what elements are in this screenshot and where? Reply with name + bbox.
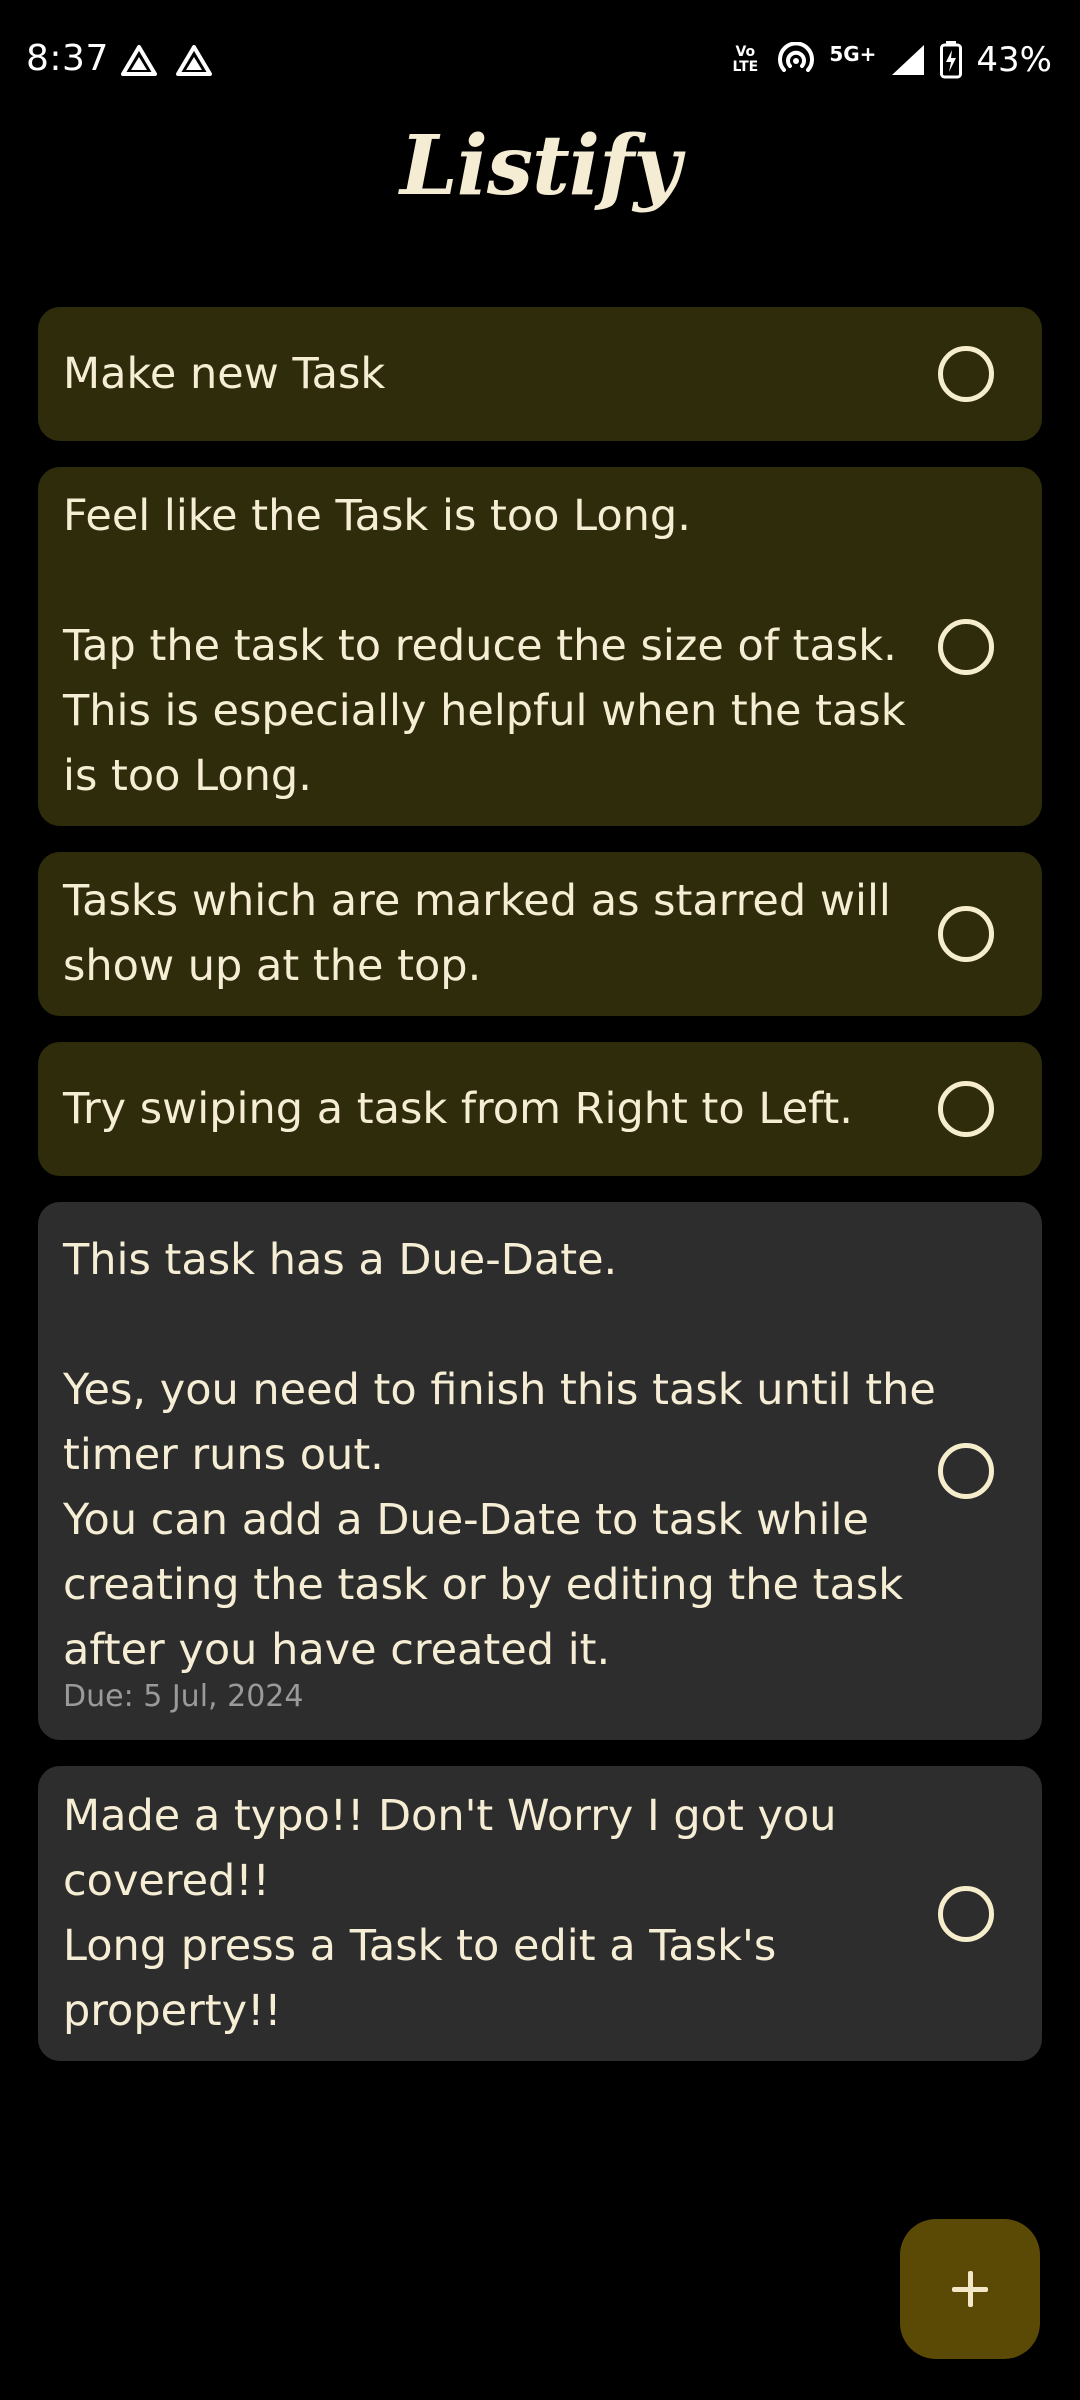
network-type-label: 5G+ bbox=[829, 42, 877, 66]
status-bar: 8:37 Vo LTE 5G+ 43% bbox=[0, 0, 1080, 126]
volte-icon: Vo LTE bbox=[732, 44, 759, 75]
task-card[interactable]: Tasks which are marked as starred will s… bbox=[38, 852, 1042, 1016]
task-text: Tasks which are marked as starred will s… bbox=[63, 876, 891, 991]
battery-percent: 43% bbox=[976, 40, 1052, 80]
status-time: 8:37 bbox=[26, 38, 109, 79]
task-card[interactable]: Try swiping a task from Right to Left. bbox=[38, 1042, 1042, 1176]
task-text: Feel like the Task is too Long. Tap the … bbox=[63, 491, 906, 801]
app-title: Listify bbox=[400, 118, 681, 214]
drive-icon bbox=[176, 45, 212, 76]
add-task-button[interactable] bbox=[900, 2219, 1040, 2359]
task-card[interactable]: Feel like the Task is too Long. Tap the … bbox=[38, 467, 1042, 826]
complete-checkbox[interactable] bbox=[938, 1443, 994, 1499]
battery-icon bbox=[940, 41, 963, 79]
drive-icon bbox=[121, 45, 157, 76]
task-text: Made a typo!! Don't Worry I got you cove… bbox=[63, 1790, 837, 2036]
task-card[interactable]: Make new Task bbox=[38, 307, 1042, 441]
signal-icon bbox=[892, 45, 925, 75]
hotspot-icon bbox=[778, 42, 815, 72]
task-due-date: Due: 5 Jul, 2024 bbox=[63, 1679, 304, 1714]
task-card[interactable]: This task has a Due-Date. Yes, you need … bbox=[38, 1202, 1042, 1740]
task-list: Make new Task Feel like the Task is too … bbox=[38, 307, 1042, 2087]
complete-checkbox[interactable] bbox=[938, 346, 994, 402]
status-icons: Vo LTE 5G+ 43% bbox=[727, 40, 1052, 80]
plus-icon bbox=[952, 2271, 988, 2307]
task-card[interactable]: Made a typo!! Don't Worry I got you cove… bbox=[38, 1766, 1042, 2061]
task-text: Try swiping a task from Right to Left. bbox=[63, 1083, 853, 1134]
complete-checkbox[interactable] bbox=[938, 618, 994, 675]
complete-checkbox[interactable] bbox=[938, 906, 994, 962]
task-text: This task has a Due-Date. Yes, you need … bbox=[63, 1235, 936, 1675]
complete-checkbox[interactable] bbox=[938, 1885, 994, 1942]
task-text: Make new Task bbox=[63, 348, 386, 399]
complete-checkbox[interactable] bbox=[938, 1081, 994, 1137]
